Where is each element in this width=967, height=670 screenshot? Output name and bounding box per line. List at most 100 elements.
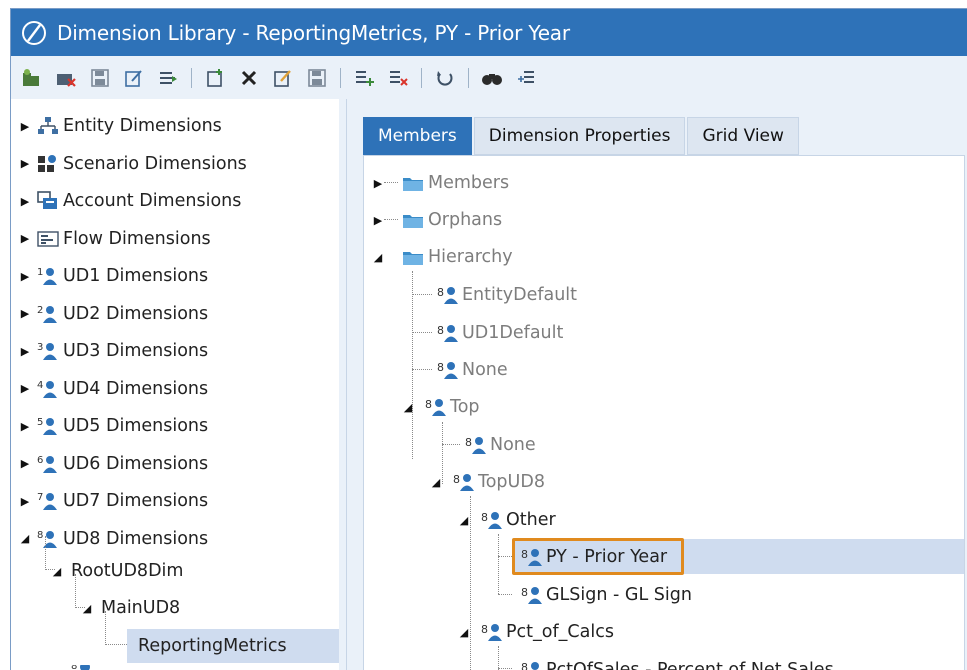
user-dim-icon: 8 [37, 529, 59, 549]
expand-arrow-icon[interactable]: ▶ [19, 194, 31, 208]
tree-item-reportingmetrics[interactable]: ReportingMetrics [127, 629, 339, 663]
member-none[interactable]: 8 None [430, 353, 508, 387]
scenario-dim-icon [37, 154, 59, 174]
member-top[interactable]: ◢ 8 Top [402, 390, 480, 424]
member-none-2[interactable]: 8 None [458, 428, 536, 462]
member-ud1default[interactable]: 8 UD1Default [430, 316, 563, 350]
save-member-icon[interactable] [304, 65, 330, 91]
tree-item-rootud8dim[interactable]: ◢ RootUD8Dim [51, 554, 184, 588]
svg-text:4: 4 [37, 380, 43, 391]
user-dim-icon: 7 [37, 491, 59, 511]
collapse-arrow-icon[interactable]: ◢ [81, 601, 93, 615]
pane-splitter[interactable] [339, 99, 347, 670]
member-pct-of-calcs[interactable]: ◢ 8 Pct_of_Calcs [458, 615, 614, 649]
tree-item-label: UD7 Dimensions [63, 491, 209, 511]
collapse-icon[interactable] [513, 65, 539, 91]
account-dim-icon [37, 191, 59, 211]
remove-relationship-icon[interactable] [385, 65, 411, 91]
tree-item-ud8-dimensions[interactable]: ◢ 8 UD8 Dimensions [19, 522, 208, 556]
tree-item-label: EntityDefault [462, 285, 578, 305]
search-icon[interactable] [479, 65, 505, 91]
folder-hierarchy[interactable]: ◢ Hierarchy [372, 240, 513, 274]
save-dimension-icon[interactable] [87, 65, 113, 91]
member-icon: 8 [480, 622, 502, 642]
tree-item-label: None [490, 435, 536, 455]
tree-item-scenario-dimensions[interactable]: ▶ Scenario Dimensions [19, 147, 247, 181]
expand-arrow-icon[interactable]: ▶ [19, 119, 31, 133]
tree-item-label: Pct_of_Calcs [506, 622, 614, 642]
delete-dimension-icon[interactable] [53, 65, 79, 91]
svg-text:8: 8 [437, 286, 444, 299]
member-entitydefault[interactable]: 8 EntityDefault [430, 278, 577, 312]
tree-item-account-dimensions[interactable]: ▶ Account Dimensions [19, 184, 242, 218]
expand-arrow-icon[interactable]: ▶ [19, 344, 31, 358]
tree-item-entity-dimensions[interactable]: ▶ Entity Dimensions [19, 109, 222, 143]
tree-item-label: UD1 Dimensions [63, 266, 209, 286]
svg-text:8: 8 [37, 530, 43, 541]
flow-dim-icon [37, 229, 59, 249]
tree-item-mainud8[interactable]: ◢ MainUD8 [81, 591, 180, 625]
new-dimension-icon[interactable] [19, 65, 45, 91]
member-icon: 8 [480, 510, 502, 530]
tree-guide [45, 536, 46, 570]
expand-arrow-icon[interactable]: ▶ [19, 457, 31, 471]
expand-arrow-icon[interactable]: ▶ [19, 419, 31, 433]
new-member-icon[interactable] [202, 65, 228, 91]
folder-members[interactable]: ▶ Members [372, 166, 509, 200]
tree-item-ud6-dimensions[interactable]: ▶ 6 UD6 Dimensions [19, 447, 208, 481]
collapse-arrow-icon[interactable]: ◢ [51, 564, 63, 578]
member-py-prior-year[interactable]: 8 PY - Prior Year [514, 540, 667, 574]
entity-dim-icon [37, 116, 59, 136]
user-dim-icon: 2 [37, 304, 59, 324]
tree-item-label: PY - Prior Year [546, 547, 668, 567]
move-dimension-icon[interactable] [155, 65, 181, 91]
tree-item-label: UD3 Dimensions [63, 341, 209, 361]
tree-item-ud2-dimensions[interactable]: ▶ 2 UD2 Dimensions [19, 297, 208, 331]
collapse-arrow-icon[interactable]: ◢ [372, 250, 384, 264]
expand-arrow-icon[interactable]: ▶ [372, 176, 384, 190]
tree-item-label: UD1Default [462, 323, 564, 343]
expand-arrow-icon[interactable]: ▶ [19, 494, 31, 508]
tree-item-label: Entity Dimensions [63, 116, 222, 136]
collapse-arrow-icon[interactable]: ◢ [402, 400, 414, 414]
tree-item-partial[interactable]: 8 [51, 665, 97, 670]
add-relationship-icon[interactable] [351, 65, 377, 91]
member-glsign[interactable]: 8 GLSign - GL Sign [514, 578, 692, 612]
tab-members[interactable]: Members [363, 117, 472, 155]
collapse-arrow-icon[interactable]: ◢ [458, 513, 470, 527]
toolbar [11, 56, 967, 100]
folder-orphans[interactable]: ▶ Orphans [372, 203, 502, 237]
edit-member-icon[interactable] [270, 65, 296, 91]
tab-grid-view[interactable]: Grid View [687, 117, 799, 155]
member-icon: 8 [452, 472, 474, 492]
tab-dimension-properties[interactable]: Dimension Properties [473, 117, 686, 155]
expand-arrow-icon[interactable]: ▶ [372, 213, 384, 227]
collapse-arrow-icon[interactable]: ◢ [458, 625, 470, 639]
tree-item-label: Scenario Dimensions [63, 153, 247, 174]
tree-guide [498, 534, 499, 594]
delete-member-icon[interactable] [236, 65, 262, 91]
expand-arrow-icon[interactable]: ▶ [19, 232, 31, 246]
member-topud8[interactable]: ◢ 8 TopUD8 [430, 465, 545, 499]
member-other[interactable]: ◢ 8 Other [458, 503, 556, 537]
member-icon: 8 [436, 360, 458, 380]
collapse-arrow-icon[interactable]: ◢ [430, 475, 442, 489]
expand-arrow-icon[interactable]: ▶ [19, 157, 31, 171]
tree-item-label: ReportingMetrics [138, 636, 287, 656]
member-pctofsales[interactable]: 8 PctOfSales - Percent of Net Sales [514, 653, 834, 670]
expand-arrow-icon[interactable]: ▶ [19, 269, 31, 283]
tree-item-ud3-dimensions[interactable]: ▶ 3 UD3 Dimensions [19, 334, 208, 368]
tree-item-ud7-dimensions[interactable]: ▶ 7 UD7 Dimensions [19, 484, 208, 518]
tree-item-ud5-dimensions[interactable]: ▶ 5 UD5 Dimensions [19, 409, 208, 443]
tree-item-ud4-dimensions[interactable]: ▶ 4 UD4 Dimensions [19, 372, 208, 406]
refresh-icon[interactable] [432, 65, 458, 91]
svg-text:2: 2 [37, 305, 43, 316]
collapse-arrow-icon[interactable]: ◢ [19, 532, 31, 546]
expand-arrow-icon[interactable]: ▶ [19, 382, 31, 396]
tree-item-ud1-dimensions[interactable]: ▶ 1 UD1 Dimensions [19, 259, 208, 293]
svg-text:6: 6 [37, 455, 43, 466]
tree-item-flow-dimensions[interactable]: ▶ Flow Dimensions [19, 222, 211, 256]
edit-dimension-icon[interactable] [121, 65, 147, 91]
folder-icon [402, 210, 424, 230]
expand-arrow-icon[interactable]: ▶ [19, 307, 31, 321]
